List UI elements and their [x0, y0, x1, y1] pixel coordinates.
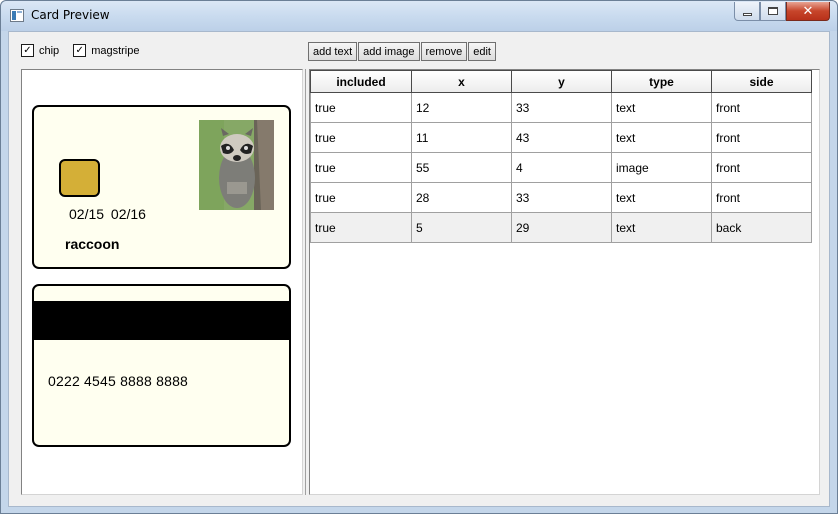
table-cell[interactable]: 43 — [512, 123, 612, 153]
column-header-x[interactable]: x — [412, 70, 512, 93]
maximize-button[interactable] — [760, 2, 786, 21]
app-window: Card Preview ✕ ✓ chip ✓ magstripe add te… — [0, 0, 838, 514]
table-cell[interactable]: 5 — [412, 213, 512, 243]
chip-option[interactable]: ✓ chip — [21, 44, 59, 57]
table-cell[interactable]: 11 — [412, 123, 512, 153]
table-cell[interactable]: 4 — [512, 153, 612, 183]
table-cell[interactable]: true — [310, 183, 412, 213]
title-bar[interactable]: Card Preview ✕ — [1, 1, 837, 31]
window-controls: ✕ — [734, 2, 830, 21]
checkmark-icon: ✓ — [75, 44, 84, 56]
add-text-button[interactable]: add text — [308, 42, 358, 61]
card-preview-panel: 02/15 02/16 raccoon 0222 4545 8888 8888 — [21, 69, 303, 495]
raccoon-photo[interactable] — [199, 120, 274, 210]
magstripe-label: magstripe — [91, 44, 140, 57]
table-cell[interactable]: true — [310, 213, 412, 243]
card-back[interactable]: 0222 4545 8888 8888 — [32, 284, 291, 447]
table-cell[interactable]: front — [712, 123, 812, 153]
card-number: 0222 4545 8888 8888 — [48, 373, 189, 389]
maximize-icon — [768, 7, 778, 15]
table-cell[interactable]: 33 — [512, 183, 612, 213]
table-cell[interactable]: text — [612, 93, 712, 123]
chip-icon — [59, 159, 100, 197]
table-cell[interactable]: back — [712, 213, 812, 243]
minimize-button[interactable] — [734, 2, 760, 21]
chip-checkbox[interactable]: ✓ — [21, 44, 34, 57]
client-area: ✓ chip ✓ magstripe add text add image re… — [8, 31, 830, 507]
remove-button[interactable]: remove — [420, 42, 468, 61]
table-cell[interactable]: text — [612, 213, 712, 243]
card-dates: 02/15 02/16 — [69, 206, 146, 222]
table-cell[interactable]: 55 — [412, 153, 512, 183]
magstripe-option[interactable]: ✓ magstripe — [73, 44, 139, 57]
window-title: Card Preview — [31, 8, 110, 22]
edit-button[interactable]: edit — [468, 42, 496, 61]
table-cell[interactable]: 29 — [512, 213, 612, 243]
table-cell[interactable]: true — [310, 93, 412, 123]
magstripe-checkbox[interactable]: ✓ — [73, 44, 87, 57]
checkmark-icon: ✓ — [23, 44, 32, 56]
card-front[interactable]: 02/15 02/16 raccoon — [32, 105, 291, 269]
magnetic-stripe — [34, 301, 289, 340]
table-row[interactable]: true 12 33 text front — [310, 93, 819, 123]
table-cell[interactable]: text — [612, 123, 712, 153]
column-header-side[interactable]: side — [712, 70, 812, 93]
table-cell[interactable]: front — [712, 183, 812, 213]
column-header-type[interactable]: type — [612, 70, 712, 93]
table-cell[interactable]: 12 — [412, 93, 512, 123]
app-icon — [10, 9, 24, 22]
table-cell[interactable]: text — [612, 183, 712, 213]
close-button[interactable]: ✕ — [786, 2, 830, 21]
add-image-button[interactable]: add image — [358, 42, 420, 61]
table-header: included x y type side — [310, 70, 819, 93]
elements-table: included x y type side true 12 33 text f… — [309, 69, 820, 495]
toolbar: add text add image remove edit — [308, 42, 497, 61]
table-row-selected[interactable]: true 5 29 text back — [310, 213, 819, 243]
table-row[interactable]: true 11 43 text front — [310, 123, 819, 153]
close-icon: ✕ — [802, 3, 814, 19]
options-row: ✓ chip ✓ magstripe — [21, 44, 153, 57]
table-cell[interactable]: 28 — [412, 183, 512, 213]
table-cell[interactable]: front — [712, 93, 812, 123]
chip-label: chip — [39, 44, 60, 57]
column-header-y[interactable]: y — [512, 70, 612, 93]
table-cell[interactable]: front — [712, 153, 812, 183]
table-cell[interactable]: true — [310, 123, 412, 153]
table-row[interactable]: true 55 4 image front — [310, 153, 819, 183]
table-cell[interactable]: 33 — [512, 93, 612, 123]
table-cell[interactable]: image — [612, 153, 712, 183]
table-cell[interactable]: true — [310, 153, 412, 183]
raccoon-image — [199, 120, 274, 210]
column-header-included[interactable]: included — [310, 70, 412, 93]
card-holder-name: raccoon — [65, 236, 120, 252]
table-row[interactable]: true 28 33 text front — [310, 183, 819, 213]
minimize-icon — [742, 12, 752, 16]
